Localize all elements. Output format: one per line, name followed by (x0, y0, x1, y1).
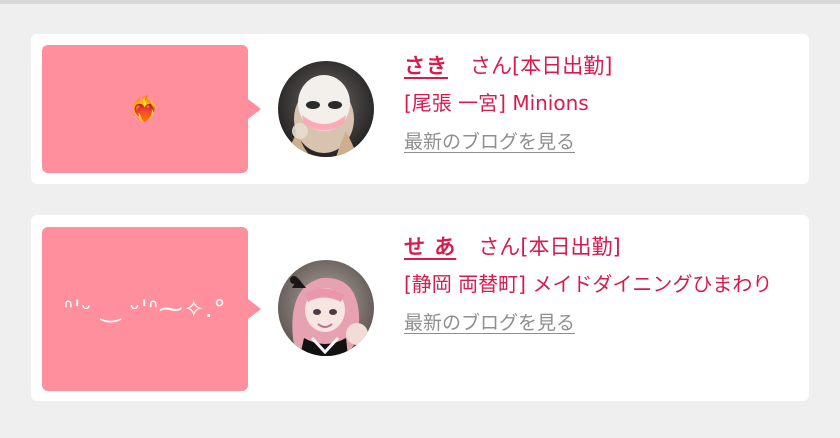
cast-card: ❤️‍🔥 さきさん[本日出勤] [尾張 一宮] Minions 最新 (31, 34, 809, 184)
latest-blog-link[interactable]: 最新のブログを見る (404, 128, 575, 156)
message-bubble: ❤️‍🔥 (42, 45, 261, 173)
shop-label: [尾張 一宮] Minions (404, 91, 589, 115)
latest-blog-link[interactable]: 最新のブログを見る (404, 309, 575, 337)
top-divider (0, 0, 840, 4)
status-label: [本日出勤] (512, 54, 613, 78)
cast-name-link[interactable]: さき (404, 54, 448, 78)
name-row: さき さん[本日出勤] (404, 48, 794, 84)
cast-info: せ あさん[本日出勤] [静岡 両替町] メイドダイニングひまわり 最新のブログ… (404, 229, 794, 337)
avatar[interactable] (278, 61, 374, 157)
message-text: ᐢ'ᵕ ‿ ᵕ'ᐢ⁓✧.° (63, 295, 227, 323)
cast-name-link[interactable]: せ あ (404, 235, 456, 259)
avatar[interactable] (278, 260, 374, 356)
honorific: さん (478, 235, 521, 259)
name-row: せ あさん[本日出勤] (404, 229, 794, 265)
message-text: ❤️‍🔥 (129, 95, 161, 123)
message-bubble: ᐢ'ᵕ ‿ ᵕ'ᐢ⁓✧.° (42, 227, 261, 391)
shop-label: [静岡 両替町] メイドダイニングひまわり (404, 272, 773, 296)
status-label: [本日出勤] (520, 235, 621, 259)
cast-card: ᐢ'ᵕ ‿ ᵕ'ᐢ⁓✧.° せ あさん[本日出勤] [静岡 両替町] メイドダイ… (31, 215, 809, 401)
honorific: さん (470, 54, 512, 78)
cast-info: さき さん[本日出勤] [尾張 一宮] Minions 最新のブログを見る (404, 48, 794, 156)
